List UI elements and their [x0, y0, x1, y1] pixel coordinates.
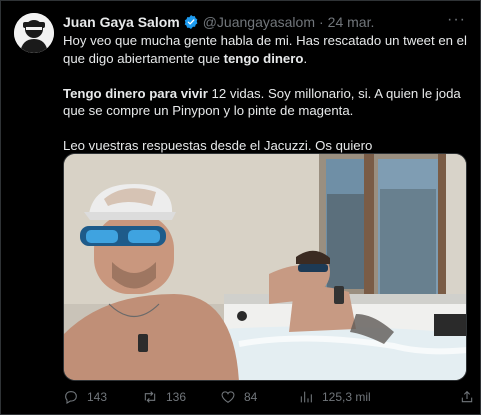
separator-dot: ·	[319, 14, 324, 30]
tweet-text-bold: tengo dinero	[223, 50, 304, 66]
jacuzzi-selfie-image	[64, 154, 466, 380]
retweet-icon	[144, 391, 156, 403]
reply-icon	[65, 391, 77, 404]
share-button[interactable]	[459, 389, 475, 405]
tweet-paragraph-3: Leo vuestras respuestas desde el Jacuzzi…	[63, 138, 373, 153]
tweet-paragraph-2: Tengo dinero para vivir 12 vidas. Soy mi…	[63, 85, 475, 120]
reply-count: 143	[87, 390, 108, 404]
verified-badge-icon	[184, 15, 198, 29]
author-name[interactable]: Juan Gaya Salom	[63, 13, 180, 31]
avatar[interactable]	[14, 13, 54, 53]
heart-icon	[221, 391, 235, 403]
tweet-date[interactable]: 24 mar.	[328, 13, 375, 31]
views-count: 125,3 mil	[322, 390, 371, 404]
tweet-photo[interactable]	[63, 153, 467, 381]
tweet-text-bold: Tengo dinero para vivir	[63, 85, 208, 101]
tweet-header: Juan Gaya Salom @Juangayasalom · 24 mar.	[63, 13, 450, 31]
tweet-actions: 143 136 84 125,3 mil	[63, 389, 475, 405]
author-handle[interactable]: @Juangayasalom	[203, 13, 315, 31]
retweet-button[interactable]: 136	[142, 389, 220, 405]
avatar-image	[14, 13, 54, 53]
more-options-icon[interactable]: ···	[447, 11, 466, 29]
views-chart-icon	[300, 391, 312, 403]
retweet-count: 136	[166, 390, 187, 404]
reply-button[interactable]: 143	[63, 389, 142, 405]
tweet-text: Hoy veo que mucha gente habla de mi. Has…	[63, 32, 475, 172]
views-button[interactable]: 125,3 mil	[298, 389, 398, 405]
tweet-card[interactable]: Juan Gaya Salom @Juangayasalom · 24 mar.…	[0, 0, 481, 415]
like-button[interactable]: 84	[220, 389, 298, 405]
like-count: 84	[244, 390, 258, 404]
share-icon	[461, 390, 473, 403]
tweet-paragraph-1: Hoy veo que mucha gente habla de mi. Has…	[63, 32, 475, 67]
tweet-text-segment: .	[303, 50, 308, 66]
